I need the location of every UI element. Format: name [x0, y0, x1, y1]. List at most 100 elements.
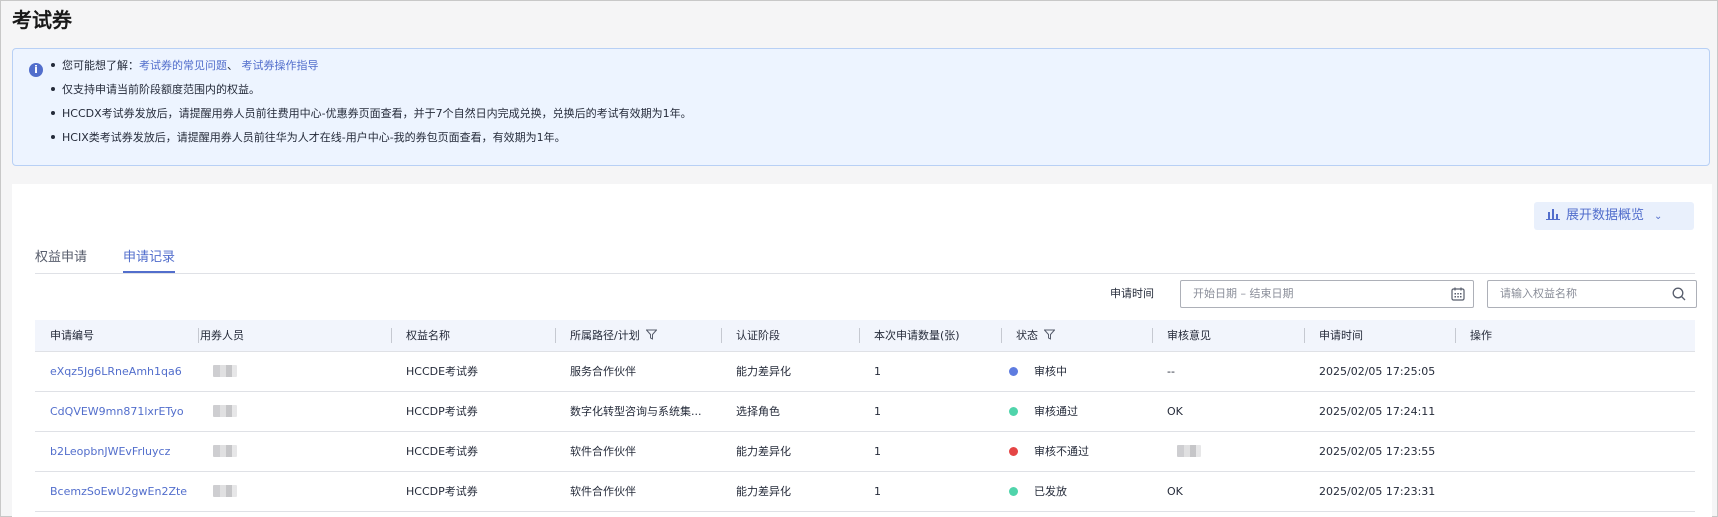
qty-cell: 1: [874, 445, 881, 458]
tab-apply[interactable]: 权益申请: [35, 246, 87, 271]
status-cell: 已发放: [1009, 472, 1067, 511]
col-path: 所属路径/计划: [555, 320, 657, 351]
status-cell: 审核通过: [1009, 392, 1078, 431]
col-time-label: 申请时间: [1319, 329, 1363, 342]
tab-records[interactable]: 申请记录: [123, 246, 176, 273]
col-status: 状态: [1001, 320, 1055, 351]
stage-cell: 能力差异化: [736, 445, 791, 458]
column-divider[interactable]: [1455, 328, 1456, 343]
status-text: 审核通过: [1034, 405, 1078, 418]
tab-bar: 权益申请 申请记录: [35, 236, 1695, 274]
bullet-icon: [51, 135, 55, 139]
notice-line-3: HCIX类考试券发放后，请提醒用券人员前往华为人才在线-用户中心-我的券包页面查…: [51, 129, 566, 145]
request-id-link[interactable]: BcemzSoEwU2gwEn2Zte: [50, 472, 187, 511]
col-actions: 操作: [1455, 320, 1492, 351]
request-id-link[interactable]: eXqz5Jg6LRneAmh1qa6: [50, 352, 182, 391]
stage-cell: 能力差异化: [736, 365, 791, 378]
qty-cell: 1: [874, 405, 881, 418]
user-cell: [213, 432, 237, 471]
chevron-down-icon: ⌄: [1654, 211, 1663, 222]
redacted-user: [213, 365, 237, 377]
bar-chart-icon: [1546, 209, 1560, 220]
guide-link[interactable]: 考试券操作指导: [242, 59, 319, 72]
filter-icon[interactable]: [645, 329, 657, 340]
benefit-name: HCCDP考试券: [406, 405, 478, 418]
stage-cell: 选择角色: [736, 405, 780, 418]
notice-line-intro: 您可能想了解：考试券的常见问题、 考试券操作指导: [51, 57, 319, 73]
column-divider[interactable]: [1304, 328, 1305, 343]
column-divider[interactable]: [198, 328, 199, 343]
notice-line-2: HCCDX考试券发放后，请提醒用券人员前往费用中心-优惠券页面查看，并于7个自然…: [51, 105, 692, 121]
table-row: CdQVEW9mn871lxrETyo HCCDP考试券 数字化转型咨询与系统集…: [35, 392, 1695, 432]
faq-link[interactable]: 考试券的常见问题: [139, 59, 227, 72]
time-cell: 2025/02/05 17:23:55: [1319, 445, 1436, 458]
opinion-cell: OK: [1167, 405, 1183, 418]
user-cell: [213, 352, 237, 391]
col-path-label: 所属路径/计划: [570, 329, 640, 342]
col-opinion-label: 审核意见: [1167, 329, 1211, 342]
bullet-icon: [51, 63, 55, 67]
status-text: 审核中: [1034, 365, 1067, 378]
redacted-user: [213, 405, 237, 417]
time-cell: 2025/02/05 17:24:11: [1319, 405, 1436, 418]
benefit-name: HCCDE考试券: [406, 365, 479, 378]
status-dot-icon: [1009, 486, 1018, 496]
notice-text: 仅支持申请当前阶段额度范围内的权益。: [62, 83, 260, 96]
notice-text: HCIX类考试券发放后，请提醒用券人员前往华为人才在线-用户中心-我的券包页面查…: [62, 131, 566, 144]
filter-icon[interactable]: [1044, 329, 1055, 340]
overview-label: 展开数据概览: [1566, 208, 1645, 223]
request-id-link[interactable]: b2LeopbnJWEvFrluycz: [50, 432, 170, 471]
date-filter-label: 申请时间: [1110, 287, 1154, 300]
calendar-icon[interactable]: [1451, 287, 1465, 301]
col-status-label: 状态: [1016, 329, 1038, 342]
info-icon: i: [29, 63, 43, 77]
table-header: 申请编号 用券人员 权益名称 所属路径/计划 认证阶段 本次申请数量(张) 状态…: [35, 320, 1695, 352]
column-divider[interactable]: [859, 328, 860, 343]
status-dot-icon: [1009, 446, 1018, 456]
column-divider[interactable]: [721, 328, 722, 343]
col-qty-label: 本次申请数量(张): [874, 329, 960, 342]
table-row: BcemzSoEwU2gwEn2Zte HCCDP考试券 软件合作伙伴 能力差异…: [35, 472, 1695, 512]
col-qty: 本次申请数量(张): [859, 320, 960, 351]
request-id-link[interactable]: CdQVEW9mn871lxrETyo: [50, 392, 184, 431]
bullet-icon: [51, 87, 55, 91]
records-table: 申请编号 用券人员 权益名称 所属路径/计划 认证阶段 本次申请数量(张) 状态…: [35, 320, 1695, 512]
redacted-user: [213, 445, 237, 457]
status-text: 审核不通过: [1034, 445, 1089, 458]
opinion-cell: OK: [1167, 485, 1183, 498]
expand-overview-button[interactable]: 展开数据概览 ⌄: [1534, 202, 1694, 230]
opinion-cell: [1177, 432, 1201, 471]
column-divider[interactable]: [391, 328, 392, 343]
benefit-search-input[interactable]: [1500, 281, 1660, 307]
user-cell: [213, 472, 237, 511]
stage-cell: 能力差异化: [736, 485, 791, 498]
col-name: 权益名称: [391, 320, 450, 351]
time-cell: 2025/02/05 17:25:05: [1319, 365, 1436, 378]
date-range-picker[interactable]: 开始日期 – 结束日期: [1180, 280, 1474, 308]
notice-intro: 您可能想了解：: [62, 59, 139, 72]
path-cell: 服务合作伙伴: [570, 365, 636, 378]
col-user: 用券人员: [198, 320, 244, 351]
redacted-opinion: [1177, 445, 1201, 457]
col-stage-label: 认证阶段: [736, 329, 780, 342]
bullet-icon: [51, 111, 55, 115]
notice-line-1: 仅支持申请当前阶段额度范围内的权益。: [51, 81, 260, 97]
page-title: 考试券: [12, 8, 72, 32]
status-cell: 审核不通过: [1009, 432, 1089, 471]
status-dot-icon: [1009, 406, 1018, 416]
notice-separator: 、: [227, 59, 238, 72]
benefit-search: [1487, 280, 1697, 308]
opinion-cell: --: [1167, 365, 1175, 378]
col-user-label: 用券人员: [200, 329, 244, 342]
col-id-label: 申请编号: [50, 329, 94, 342]
path-cell: 软件合作伙伴: [570, 485, 636, 498]
search-icon[interactable]: [1672, 287, 1686, 301]
column-divider[interactable]: [555, 328, 556, 343]
column-divider[interactable]: [1001, 328, 1002, 343]
column-divider[interactable]: [1152, 328, 1153, 343]
col-name-label: 权益名称: [406, 329, 450, 342]
time-cell: 2025/02/05 17:23:31: [1319, 485, 1436, 498]
qty-cell: 1: [874, 365, 881, 378]
benefit-name: HCCDE考试券: [406, 445, 479, 458]
col-actions-label: 操作: [1470, 329, 1492, 342]
